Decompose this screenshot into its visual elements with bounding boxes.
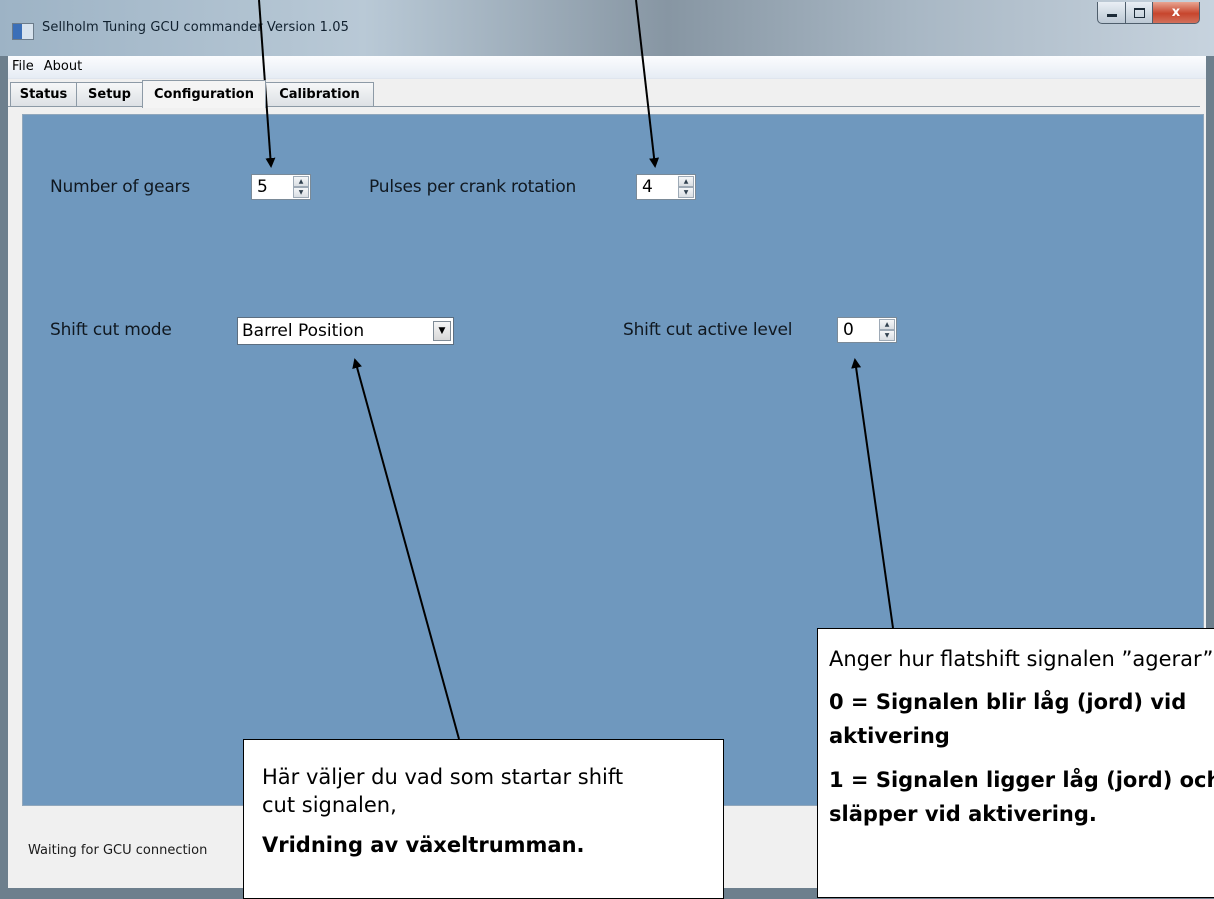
minimize-icon	[1106, 14, 1117, 17]
app-icon[interactable]	[12, 23, 34, 40]
shift-mode-value[interactable]: Barrel Position	[242, 321, 364, 341]
shift-mode-combobox[interactable]: Barrel Position ▼	[237, 317, 454, 345]
close-button[interactable]: x	[1153, 2, 1200, 24]
callout-left-line1: Här väljer du vad som startar shift	[262, 765, 624, 789]
gears-value[interactable]: 5	[257, 177, 268, 197]
chevron-up-icon[interactable]: ▲	[678, 176, 694, 187]
tab-bar: Status Setup Configuration Calibration	[8, 80, 1206, 108]
callout-left-bold: Vridning av växeltrumman.	[262, 833, 585, 857]
chevron-up-icon[interactable]: ▲	[879, 319, 895, 330]
callout-shift-cut-mode: Här väljer du vad som startar shift cut …	[243, 739, 724, 899]
chevron-down-icon[interactable]: ▼	[293, 187, 309, 198]
menu-about[interactable]: About	[40, 56, 88, 78]
chevron-down-icon[interactable]: ▼	[879, 330, 895, 341]
chevron-up-icon[interactable]: ▲	[293, 176, 309, 187]
active-level-label: Shift cut active level	[623, 320, 793, 340]
pulses-value[interactable]: 4	[642, 177, 653, 197]
gears-spin-arrows: ▲ ▼	[293, 176, 309, 198]
pulses-label: Pulses per crank rotation	[369, 177, 577, 197]
dropdown-arrow-icon[interactable]: ▼	[433, 321, 451, 341]
status-text: Waiting for GCU connection	[28, 843, 208, 858]
tab-calibration[interactable]: Calibration	[265, 82, 374, 106]
window-title: Sellholm Tuning GCU commander Version 1.…	[42, 20, 349, 35]
menu-bar: File About	[8, 56, 1206, 79]
minimize-button[interactable]	[1097, 2, 1126, 24]
callout-left-line2: cut signalen,	[262, 793, 397, 817]
gears-label: Number of gears	[50, 177, 190, 197]
callout-right-item0-line1: 0 = Signalen blir låg (jord) vid	[829, 690, 1187, 714]
menu-file[interactable]: File	[8, 56, 40, 78]
close-icon: x	[1171, 5, 1181, 20]
chevron-down-icon[interactable]: ▼	[678, 187, 694, 198]
pulses-spinbox[interactable]: 4 ▲ ▼	[636, 174, 696, 200]
shift-mode-label: Shift cut mode	[50, 320, 172, 340]
callout-right-item1-line1: 1 = Signalen ligger låg (jord) och	[829, 768, 1214, 792]
callout-right-item0-line2: aktivering	[829, 724, 950, 748]
title-bar[interactable]: Sellholm Tuning GCU commander Version 1.…	[0, 0, 1214, 56]
caption-buttons: x	[1097, 2, 1200, 24]
callout-right-item1-line2: släpper vid aktivering.	[829, 802, 1097, 826]
pulses-spin-arrows: ▲ ▼	[678, 176, 694, 198]
active-level-spin-arrows: ▲ ▼	[879, 319, 895, 341]
maximize-icon	[1133, 7, 1145, 18]
tab-configuration[interactable]: Configuration	[142, 80, 266, 108]
tab-setup[interactable]: Setup	[76, 82, 143, 106]
active-level-spinbox[interactable]: 0 ▲ ▼	[837, 317, 897, 343]
callout-right-intro: Anger hur flatshift signalen ”agerar”	[829, 647, 1214, 671]
maximize-button[interactable]	[1126, 2, 1153, 24]
tab-status[interactable]: Status	[10, 82, 77, 106]
active-level-value[interactable]: 0	[843, 320, 854, 340]
gears-spinbox[interactable]: 5 ▲ ▼	[251, 174, 311, 200]
callout-active-level: Anger hur flatshift signalen ”agerar” 0 …	[817, 628, 1214, 898]
